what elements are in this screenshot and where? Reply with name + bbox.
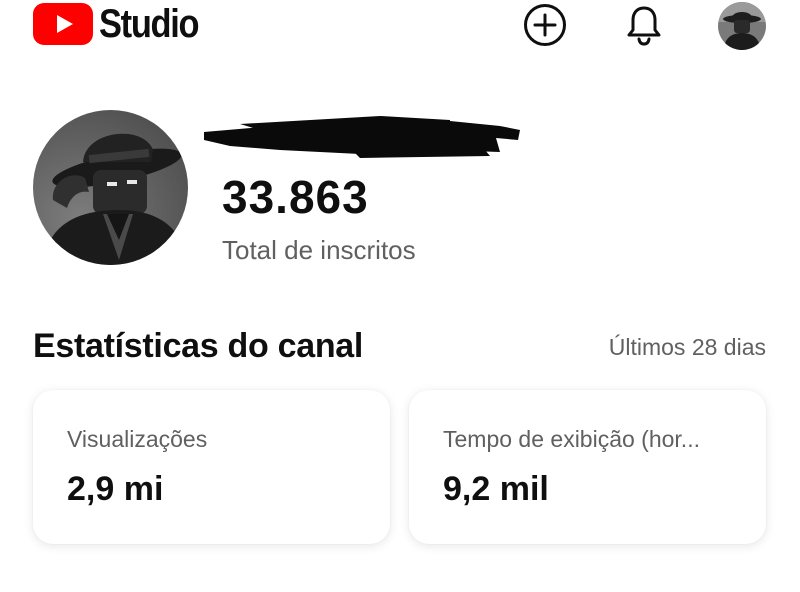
card-label: Visualizações <box>67 426 208 452</box>
notifications-button[interactable] <box>621 2 667 48</box>
youtube-play-icon <box>33 3 93 45</box>
logo-text: Studio <box>99 2 200 46</box>
subscriber-count: 33.863 <box>222 171 369 223</box>
top-app-bar: Studio <box>0 0 800 52</box>
bell-icon <box>627 6 661 46</box>
redacted-channel-name <box>204 116 520 158</box>
create-plus-icon <box>524 4 566 46</box>
card-label: Tempo de exibição (hor... <box>443 426 700 452</box>
period-selector[interactable]: Últimos 28 dias <box>609 332 766 362</box>
subscriber-label: Total de inscritos <box>222 235 416 265</box>
section-title: Estatísticas do canal <box>33 327 364 365</box>
card-value: 9,2 mil <box>443 470 549 508</box>
card-value: 2,9 mi <box>67 470 164 508</box>
watch-time-card[interactable]: Tempo de exibição (hor... 9,2 mil <box>409 390 766 544</box>
youtube-studio-logo[interactable]: Studio <box>33 3 214 45</box>
channel-avatar[interactable] <box>33 110 188 265</box>
account-avatar[interactable] <box>718 2 766 50</box>
create-button[interactable] <box>522 2 568 48</box>
views-card[interactable]: Visualizações 2,9 mi <box>33 390 390 544</box>
